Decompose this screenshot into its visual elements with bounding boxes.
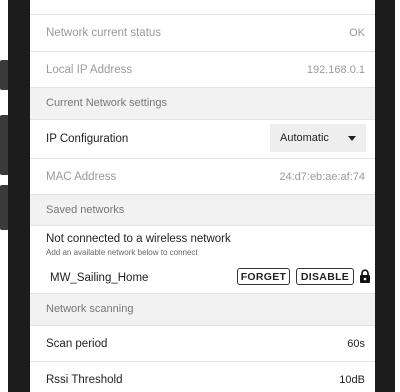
network-scanning-header: Network scanning (30, 294, 375, 326)
saved-network-ssid: MW_Sailing_Home (50, 272, 149, 284)
ip-configuration-dropdown[interactable]: Automatic (270, 124, 366, 152)
ip-configuration-selected: Automatic (280, 132, 329, 144)
mac-address-value: 24:d7:eb:ae:af:74 (279, 171, 365, 183)
section-title: Current Network settings (46, 97, 168, 109)
current-network-settings-header: Current Network settings (30, 88, 375, 120)
bezel-left (8, 0, 30, 392)
scan-period-row[interactable]: Scan period 60s (30, 326, 375, 362)
network-status-value: OK (349, 27, 365, 39)
local-ip-label: Local IP Address (46, 64, 133, 76)
mac-address-label: MAC Address (46, 171, 117, 183)
forget-button[interactable]: FORGET (237, 268, 290, 285)
rssi-threshold-row[interactable]: Rssi Threshold 10dB (30, 362, 375, 392)
mac-address-row: MAC Address 24:d7:eb:ae:af:74 (30, 159, 375, 195)
top-row (30, 0, 375, 15)
disable-button-label: DISABLE (300, 270, 350, 283)
not-connected-title: Not connected to a wireless network (46, 233, 231, 245)
ip-configuration-label: IP Configuration (46, 133, 129, 145)
settings-screen: Network current status OK Local IP Addre… (30, 0, 375, 392)
lock-icon (360, 269, 370, 283)
network-status-row: Network current status OK (30, 15, 375, 52)
bezel-right (375, 0, 395, 392)
rssi-threshold-label: Rssi Threshold (46, 374, 123, 386)
not-connected-row: Not connected to a wireless network Add … (30, 226, 375, 264)
disable-button[interactable]: DISABLE (296, 268, 354, 285)
network-status-label: Network current status (46, 27, 162, 39)
scan-period-label: Scan period (46, 338, 108, 350)
section-title: Network scanning (46, 303, 134, 315)
saved-network-item: MW_Sailing_Home FORGET DISABLE (30, 264, 375, 294)
phone-frame: Network current status OK Local IP Addre… (0, 0, 400, 392)
forget-button-label: FORGET (240, 270, 287, 283)
saved-networks-header: Saved networks (30, 195, 375, 226)
rssi-threshold-value: 10dB (339, 374, 365, 386)
local-ip-row: Local IP Address 192.168.0.1 (30, 52, 375, 88)
local-ip-value: 192.168.0.1 (306, 64, 365, 76)
section-title: Saved networks (46, 204, 125, 216)
not-connected-subtitle: Add an available network below to connec… (46, 248, 198, 257)
ip-configuration-row: IP Configuration Automatic (30, 120, 375, 159)
caret-down-icon (348, 136, 356, 141)
scan-period-value: 60s (347, 338, 365, 350)
